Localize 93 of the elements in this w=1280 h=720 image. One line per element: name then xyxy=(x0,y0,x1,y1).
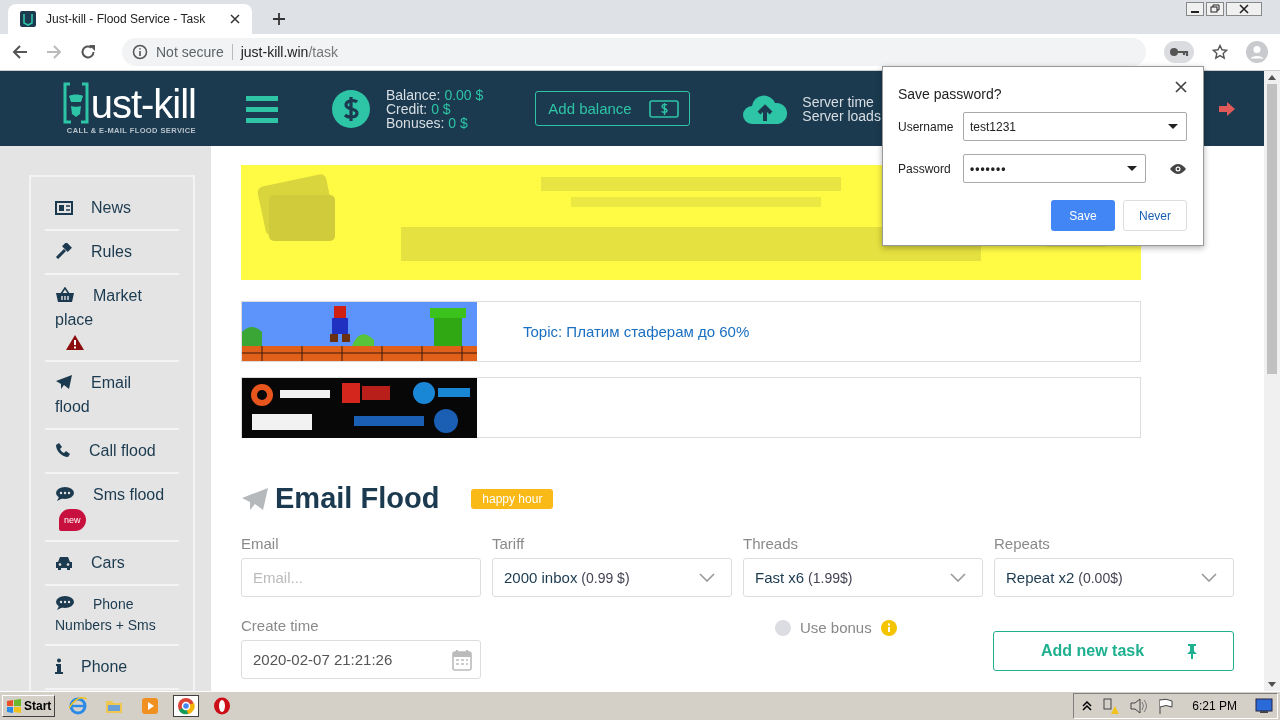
reload-icon[interactable] xyxy=(80,43,96,60)
dollar-icon xyxy=(332,89,370,128)
paper-plane-icon xyxy=(55,374,73,391)
sidebar-item[interactable]: Rules xyxy=(45,231,179,276)
balance-line: Credit: 0 $ xyxy=(386,101,452,116)
field-label: Password xyxy=(898,161,952,176)
topic-link[interactable]: Topic: Платим стаферам до 60% xyxy=(523,323,750,341)
radio-label: Use bonus xyxy=(800,619,872,637)
date-field[interactable]: 2020-02-07 21:21:26 xyxy=(241,640,481,680)
media-player-icon xyxy=(141,697,160,716)
key-icon[interactable] xyxy=(1164,40,1194,63)
clock-text: 6:21 PM xyxy=(1192,699,1237,714)
close-icon[interactable] xyxy=(1226,2,1262,16)
server-info: Server time xyxy=(802,94,875,109)
scrollbar[interactable] xyxy=(1264,71,1280,692)
new-tab-icon[interactable] xyxy=(272,11,286,26)
sidebar-item[interactable]: Email flood xyxy=(45,362,179,431)
balance-line: Balance: 0.00 $ xyxy=(386,87,484,102)
star-icon[interactable] xyxy=(1212,43,1228,60)
field-label: Create time xyxy=(241,617,320,635)
taskbar-app[interactable] xyxy=(173,695,200,718)
logout-icon[interactable] xyxy=(1218,100,1236,117)
select-field[interactable]: 2000 inbox (0.99 $) xyxy=(492,558,732,598)
sidebar-item[interactable]: Sms flood new xyxy=(45,474,179,543)
select-field[interactable]: Repeat x2 (0.00$) xyxy=(994,558,1234,598)
sidebar-item[interactable]: Cars xyxy=(45,542,179,587)
email-field[interactable]: Email... xyxy=(241,558,481,598)
address-field[interactable]: Not secure just-kill.win/task xyxy=(122,37,1146,66)
paper-plane-icon xyxy=(241,486,269,511)
chat-icon xyxy=(55,486,75,503)
info-icon xyxy=(132,43,148,60)
back-icon[interactable] xyxy=(12,43,28,60)
balance-line: Bonuses: 0 $ xyxy=(386,115,469,130)
info-icon xyxy=(880,619,897,636)
chrome-icon xyxy=(177,697,196,716)
mask-icon xyxy=(20,10,36,27)
scroll-up-icon xyxy=(1268,75,1276,81)
menu-icon[interactable] xyxy=(246,94,278,123)
server-info: Server loads xyxy=(802,108,881,123)
info-icon xyxy=(55,658,63,675)
sidebar-item[interactable]: Phone Numbers + Sms xyxy=(45,586,179,647)
chevron-down-icon xyxy=(699,573,715,583)
radio-button[interactable] xyxy=(775,619,791,636)
close-icon[interactable] xyxy=(230,13,240,24)
username-field[interactable]: test1231 xyxy=(963,112,1187,141)
basket-icon xyxy=(55,287,75,304)
dialog-title: Save password? xyxy=(898,86,1002,102)
chevron-down-icon xyxy=(1201,573,1217,583)
never-button[interactable]: Never xyxy=(1123,200,1187,231)
restore-icon[interactable] xyxy=(1206,2,1224,16)
eye-icon[interactable] xyxy=(1170,163,1186,174)
show-desktop-icon[interactable] xyxy=(1255,698,1273,715)
dropdown-caret-icon xyxy=(1168,124,1178,129)
dropdown-caret-icon xyxy=(1127,166,1137,171)
scroll-thumb[interactable] xyxy=(1267,84,1277,375)
phone-icon xyxy=(55,442,71,459)
field-label: Email xyxy=(241,535,280,553)
field-label: Repeats xyxy=(994,535,1051,553)
browser-tab[interactable]: Just-kill - Flood Service - Task xyxy=(8,3,252,34)
field-label: Tariff xyxy=(492,535,526,553)
volume-icon[interactable] xyxy=(1130,698,1149,715)
add-balance-button[interactable]: Add balance xyxy=(535,91,691,127)
happy-hour-badge: happy hour xyxy=(471,488,554,509)
password-field[interactable]: ••••••• xyxy=(963,154,1146,183)
pin-icon xyxy=(1185,643,1199,660)
new-badge: new xyxy=(59,509,86,532)
page-title: Email Flood xyxy=(275,482,440,516)
minimize-icon[interactable] xyxy=(1186,2,1204,16)
gavel-icon xyxy=(55,243,73,260)
news-icon xyxy=(55,201,73,216)
sidebar-item[interactable]: Call flood xyxy=(45,430,179,475)
calendar-icon xyxy=(452,648,472,671)
sidebar-item[interactable]: News xyxy=(45,187,179,232)
chat-icon xyxy=(55,595,75,612)
start-button[interactable]: Start xyxy=(2,695,56,718)
mask-logo-icon xyxy=(62,82,89,125)
banknote-icon xyxy=(649,98,680,119)
field-label: Username xyxy=(898,119,955,134)
save-button[interactable]: Save xyxy=(1051,200,1115,231)
select-field[interactable]: Fast x6 (1.99$) xyxy=(743,558,983,598)
sidebar-item[interactable]: Market place xyxy=(45,275,179,363)
chevron-down-icon xyxy=(950,573,966,583)
close-icon[interactable] xyxy=(1175,81,1187,93)
car-icon xyxy=(55,556,73,571)
logo-text: ust-kill xyxy=(90,84,196,125)
opera-icon xyxy=(213,697,232,716)
scroll-down-icon xyxy=(1268,682,1276,688)
warning-icon xyxy=(65,334,85,352)
flag-icon[interactable] xyxy=(1158,698,1175,715)
windows-logo-icon xyxy=(6,699,22,714)
chevron-up-icon[interactable] xyxy=(1082,701,1093,712)
browser-e-icon xyxy=(69,697,88,716)
field-label: Threads xyxy=(743,535,800,553)
